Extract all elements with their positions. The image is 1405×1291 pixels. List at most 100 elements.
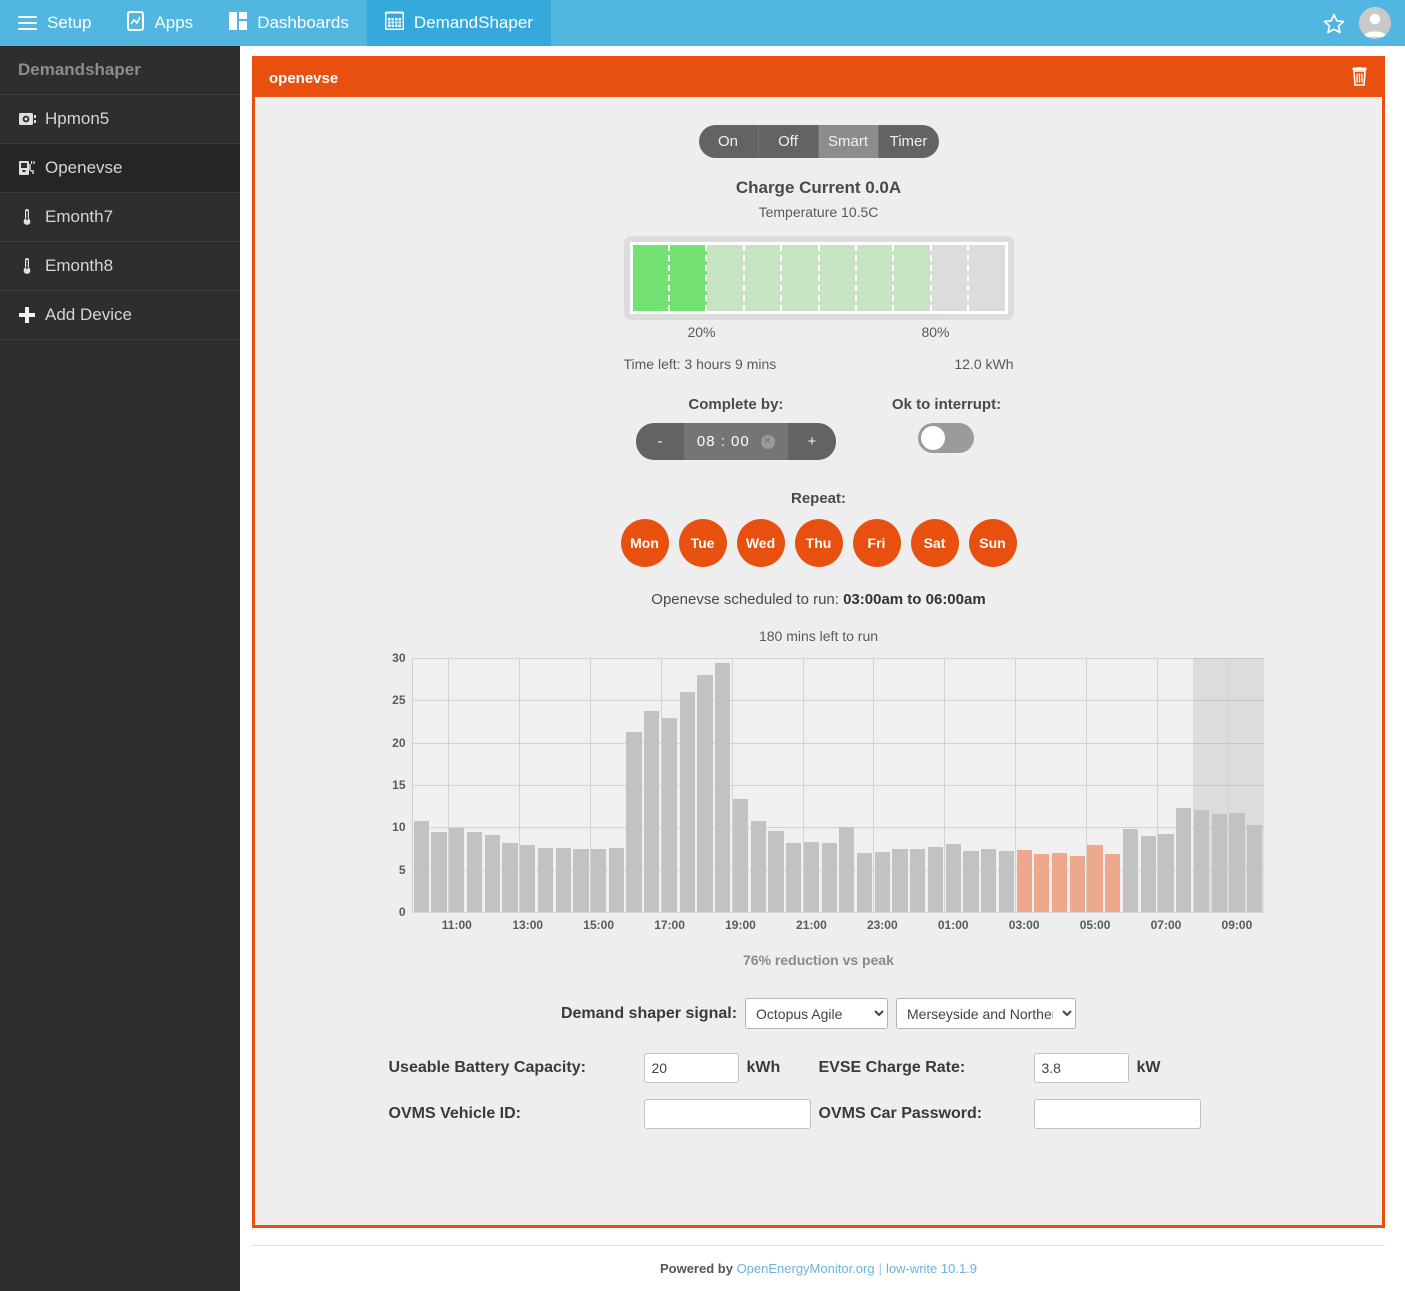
chart-bar[interactable] <box>856 852 873 912</box>
chart-bar[interactable] <box>874 851 890 912</box>
chart-bar[interactable] <box>1193 810 1210 912</box>
chart-bar[interactable] <box>484 834 500 912</box>
chart-bar[interactable] <box>945 844 961 912</box>
chart-bar[interactable] <box>555 847 571 912</box>
region-select[interactable]: Merseyside and Norther <box>896 998 1077 1029</box>
mode-button-timer[interactable]: Timer <box>878 125 939 158</box>
charge-rate-label: EVSE Charge Rate: <box>818 1059 966 1076</box>
battery-bar-outer[interactable] <box>623 236 1014 320</box>
nav-item-dashboards[interactable]: Dashboards <box>211 0 367 46</box>
repeat-day-sat[interactable]: Sat <box>910 519 959 567</box>
chart-bar[interactable] <box>431 831 447 912</box>
ovms-pw-cell: OVMS Car Password: <box>819 1099 1249 1129</box>
thermometer-icon <box>18 257 36 275</box>
sidebar-item-emonth7[interactable]: Emonth7 <box>0 193 240 242</box>
user-avatar-icon[interactable] <box>1359 7 1391 39</box>
ovms-vehicle-id-input[interactable] <box>643 1099 811 1129</box>
sidebar-item-emonth8[interactable]: Emonth8 <box>0 242 240 291</box>
chart-x-tick: 17:00 <box>654 918 685 932</box>
battery-bar[interactable] <box>629 242 1008 314</box>
mode-button-on[interactable]: On <box>698 125 759 158</box>
nav-item-apps[interactable]: Apps <box>109 0 211 46</box>
tariff-select[interactable]: Octopus Agile <box>745 998 889 1029</box>
chart-bar[interactable] <box>768 830 784 912</box>
chart-bar[interactable] <box>998 851 1015 912</box>
repeat-day-sun[interactable]: Sun <box>968 519 1017 567</box>
chart-bar[interactable] <box>715 663 731 912</box>
repeat-day-tue[interactable]: Tue <box>678 519 727 567</box>
mode-button-off[interactable]: Off <box>758 125 819 158</box>
chart-bar[interactable] <box>1122 829 1139 912</box>
chart-bar[interactable] <box>786 843 802 912</box>
sidebar-item-openevse[interactable]: Openevse <box>0 144 240 193</box>
complete-by-time-field[interactable]: 08 : 00 ✕ <box>683 423 788 460</box>
repeat-day-fri[interactable]: Fri <box>852 519 901 567</box>
charge-rate-unit: kW <box>1136 1059 1161 1076</box>
star-icon[interactable] <box>1323 13 1345 34</box>
chart-bar[interactable] <box>697 674 713 912</box>
chart-bar[interactable] <box>839 826 855 912</box>
nav-item-apps-label: Apps <box>154 13 194 32</box>
footer-version[interactable]: low-write 10.1.9 <box>886 1261 977 1276</box>
chart-bar[interactable] <box>591 849 607 912</box>
chart-bar[interactable] <box>732 799 749 912</box>
repeat-day-mon[interactable]: Mon <box>620 519 669 567</box>
chart-bars <box>413 658 1264 912</box>
chart-bar[interactable] <box>981 848 997 912</box>
chart-bar[interactable] <box>573 849 589 912</box>
chart-bar[interactable] <box>608 847 624 912</box>
chart-bar[interactable] <box>963 851 979 912</box>
chart-bar[interactable] <box>679 691 695 912</box>
chart-bar[interactable] <box>1247 824 1263 912</box>
chart-bar[interactable] <box>1016 850 1032 912</box>
chart-bar[interactable] <box>449 828 465 912</box>
chart-bar[interactable] <box>537 847 554 912</box>
chart-bar[interactable] <box>644 710 660 912</box>
settings-row-1: Useable Battery Capacity: kWh EVSE Charg… <box>389 1053 1249 1083</box>
footer-link[interactable]: OpenEnergyMonitor.org <box>737 1261 875 1276</box>
chart-bar[interactable] <box>892 848 908 912</box>
chart-bar[interactable] <box>1140 835 1156 912</box>
chart-bar[interactable] <box>1034 853 1050 912</box>
nav-item-setup[interactable]: Setup <box>0 0 109 46</box>
trash-icon[interactable] <box>1351 66 1368 90</box>
complete-by-increment-button[interactable]: + <box>787 423 836 460</box>
repeat-day-thu[interactable]: Thu <box>794 519 843 567</box>
battery-segment-target <box>706 245 931 311</box>
chart-bar[interactable] <box>803 841 820 912</box>
ovms-car-password-input[interactable] <box>1033 1099 1201 1129</box>
ovms-vehicle-id-label: OVMS Vehicle ID: <box>388 1105 521 1122</box>
chart-bar[interactable] <box>1211 813 1227 912</box>
charge-rate-input[interactable] <box>1033 1053 1129 1083</box>
battery-capacity-input[interactable] <box>643 1053 739 1083</box>
complete-by-row: Complete by: - 08 : 00 ✕ + Ok to interru… <box>255 396 1382 460</box>
sidebar-item-hpmon5[interactable]: Hpmon5 <box>0 95 240 144</box>
chart-bar[interactable] <box>1069 856 1085 912</box>
repeat-day-wed[interactable]: Wed <box>736 519 785 567</box>
mode-button-smart[interactable]: Smart <box>818 125 879 158</box>
chart-bar[interactable] <box>927 846 944 912</box>
chart-bar[interactable] <box>1087 845 1103 912</box>
chart-bar[interactable] <box>466 831 483 912</box>
chart-bar[interactable] <box>750 820 766 912</box>
complete-by-decrement-button[interactable]: - <box>635 423 684 460</box>
chart-bar[interactable] <box>502 842 518 912</box>
nav-item-demandshaper[interactable]: DemandShaper <box>366 0 551 46</box>
chart-bar[interactable] <box>413 821 429 912</box>
chart-x-tick: 21:00 <box>796 918 827 932</box>
chart-bar[interactable] <box>1158 834 1174 912</box>
ok-to-interrupt-toggle[interactable] <box>918 423 975 453</box>
nav-item-setup-label: Setup <box>47 13 92 32</box>
chart-bar[interactable] <box>1176 807 1192 912</box>
chart-bar[interactable] <box>520 845 536 912</box>
chart-bar[interactable] <box>1051 852 1068 912</box>
clear-x-icon[interactable]: ✕ <box>760 435 775 450</box>
chart-bar[interactable] <box>626 731 642 912</box>
sidebar-item-add-device[interactable]: Add Device <box>0 291 240 340</box>
chart-bar[interactable] <box>910 848 926 912</box>
chart-bar[interactable] <box>1229 812 1245 912</box>
chart-bar[interactable] <box>1105 854 1121 912</box>
chart-bar[interactable] <box>661 718 678 912</box>
chart-gridline-v <box>660 658 662 912</box>
chart-bar[interactable] <box>821 842 837 912</box>
